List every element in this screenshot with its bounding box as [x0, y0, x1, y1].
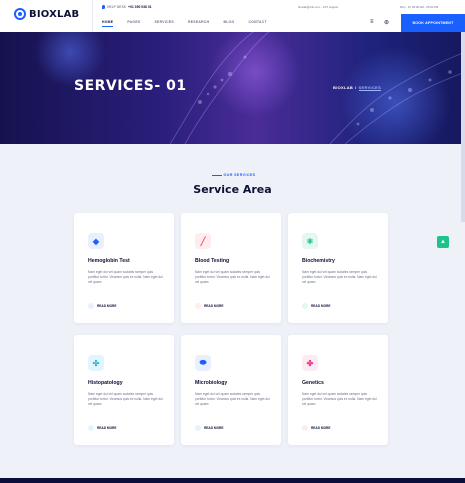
- shield-icon: ◆: [88, 233, 104, 249]
- card-description: Nam eget dui vel quam sodales semper qui…: [302, 270, 377, 284]
- nav-item-research[interactable]: RESEARCH: [188, 20, 209, 27]
- card-title[interactable]: Genetics: [302, 380, 324, 386]
- read-more-label: READ MORE: [97, 426, 117, 430]
- card-icon-glyph: ╱: [200, 236, 206, 246]
- header-divider: [92, 0, 93, 32]
- capsule-icon: ⬬: [195, 355, 211, 371]
- email-info: bioxlab@info.com · 24/7 support: [298, 5, 339, 9]
- help-desk: HELP DESK +01 390 038 01: [102, 5, 152, 9]
- read-more-label: READ MORE: [311, 304, 331, 308]
- breadcrumb: BIOXLAB / SERVICES: [333, 85, 382, 91]
- help-phone[interactable]: +01 390 038 01: [128, 5, 152, 9]
- nav-item-blog[interactable]: BLOG: [223, 20, 234, 27]
- footer-edge: [0, 478, 465, 483]
- service-card[interactable]: ⬬ Microbiology Nam eget dui vel quam sodal…: [181, 335, 281, 445]
- breadcrumb-separator: /: [355, 85, 357, 90]
- gene-icon: ✤: [302, 355, 318, 371]
- syringe-icon: ╱: [195, 233, 211, 249]
- card-icon-glyph: ◆: [92, 236, 100, 246]
- hamburger-icon[interactable]: ≡: [370, 19, 374, 25]
- card-icon-glyph: ✣: [92, 358, 100, 368]
- main-nav: HOME PAGES SERVICES RESEARCH BLOG CONTAC…: [102, 20, 267, 27]
- nav-item-services[interactable]: SERVICES: [155, 20, 175, 27]
- section-title: Service Area: [193, 183, 272, 196]
- nav-item-contact[interactable]: CONTACT: [248, 20, 266, 27]
- logo-mark-icon: [14, 8, 26, 20]
- card-icon-glyph: ⬬: [199, 358, 207, 367]
- card-description: Nam eget dui vel quam sodales semper qui…: [88, 270, 163, 284]
- read-more-icon: [302, 303, 308, 309]
- dna-icon: ✣: [88, 355, 104, 371]
- help-label: HELP DESK: [107, 5, 126, 9]
- read-more-icon: [195, 425, 201, 431]
- card-icon-glyph: ✤: [306, 358, 314, 368]
- card-description: Nam eget dui vel quam sodales semper qui…: [302, 392, 377, 406]
- book-appointment-button[interactable]: BOOK APPOINTMENT: [401, 14, 465, 32]
- page-hero: SERVICES- 01 BIOXLAB / SERVICES: [0, 32, 465, 144]
- breadcrumb-home[interactable]: BIOXLAB: [333, 85, 353, 91]
- logo[interactable]: BIOXLAB: [14, 8, 79, 20]
- read-more-label: READ MORE: [97, 304, 117, 308]
- read-more-link[interactable]: READ MORE: [88, 303, 116, 309]
- read-more-link[interactable]: READ MORE: [302, 425, 330, 431]
- arrow-up-icon: ▲: [440, 239, 446, 245]
- read-more-label: READ MORE: [311, 426, 331, 430]
- logo-text: BIOXLAB: [29, 8, 80, 20]
- read-more-icon: [88, 303, 94, 309]
- nav-item-pages[interactable]: PAGES: [127, 20, 140, 27]
- hero-background-image: [35, 32, 465, 144]
- breadcrumb-current: SERVICES: [358, 85, 382, 91]
- card-title[interactable]: Histopatology: [88, 380, 123, 386]
- read-more-link[interactable]: READ MORE: [195, 425, 223, 431]
- pin-icon: [102, 5, 105, 9]
- service-card[interactable]: ✤ Genetics Nam eget dui vel quam sodales s…: [288, 335, 388, 445]
- molecule-icon: ⚛: [302, 233, 318, 249]
- read-more-label: READ MORE: [204, 304, 224, 308]
- card-icon-glyph: ⚛: [306, 236, 314, 246]
- read-more-icon: [302, 425, 308, 431]
- card-description: Nam eget dui vel quam sodales semper qui…: [195, 270, 270, 284]
- service-card[interactable]: ◆ Hemoglobin Test Nam eget dui vel quam so…: [74, 213, 174, 323]
- service-card[interactable]: ✣ Histopatology Nam eget dui vel quam soda…: [74, 335, 174, 445]
- card-description: Nam eget dui vel quam sodales semper qui…: [88, 392, 163, 406]
- page-title: SERVICES- 01: [74, 78, 187, 94]
- service-card[interactable]: ╱ Blood Testing Nam eget dui vel quam soda…: [181, 213, 281, 323]
- scroll-to-top-button[interactable]: ▲: [437, 236, 449, 248]
- card-description: Nam eget dui vel quam sodales semper qui…: [195, 392, 270, 406]
- read-more-link[interactable]: READ MORE: [88, 425, 116, 431]
- card-title[interactable]: Microbiology: [195, 380, 227, 386]
- service-card[interactable]: ⚛ Biochemistry Nam eget dui vel quam sodal…: [288, 213, 388, 323]
- read-more-icon: [88, 425, 94, 431]
- kicker-line: [211, 174, 222, 176]
- hours-info: Mon - Fri 09:00 AM - 05:00 PM: [400, 5, 439, 9]
- card-title[interactable]: Hemoglobin Test: [88, 258, 130, 264]
- nav-item-home[interactable]: HOME: [102, 20, 114, 27]
- card-title[interactable]: Biochemistry: [302, 258, 335, 264]
- kicker-text: OUR SERVICES: [223, 173, 256, 177]
- read-more-link[interactable]: READ MORE: [195, 303, 223, 309]
- section-kicker: OUR SERVICES: [0, 173, 465, 177]
- read-more-label: READ MORE: [204, 426, 224, 430]
- cart-icon[interactable]: ⊛: [384, 19, 389, 26]
- site-header: BIOXLAB HELP DESK +01 390 038 01 bioxlab…: [0, 0, 465, 32]
- card-title[interactable]: Blood Testing: [195, 258, 229, 264]
- read-more-icon: [195, 303, 201, 309]
- read-more-link[interactable]: READ MORE: [302, 303, 330, 309]
